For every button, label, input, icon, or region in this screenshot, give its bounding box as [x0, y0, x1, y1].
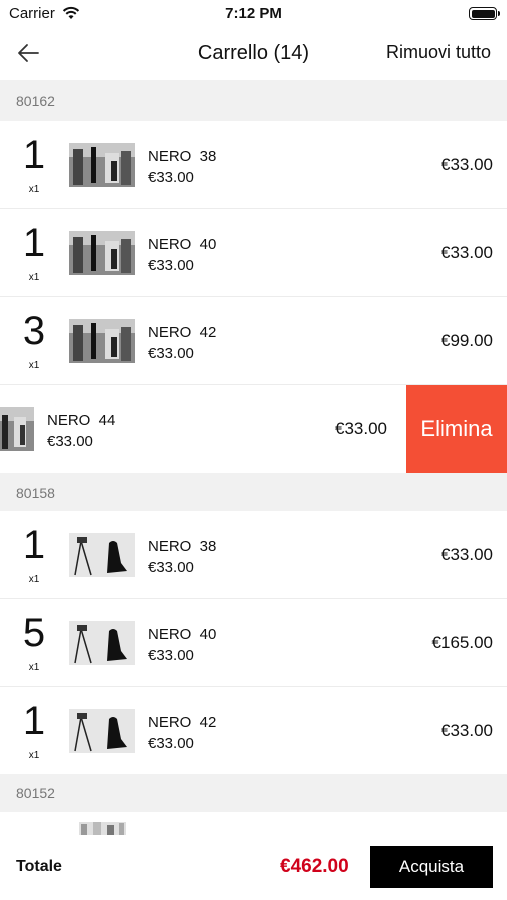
cart-item-row-swiped[interactable]: NERO 44 €33.00 €33.00 Elimina	[0, 385, 507, 473]
cart-item-row[interactable]: 1 x1 NERO 38 €33.00 €33.00	[0, 511, 507, 599]
total-label: Totale	[16, 858, 62, 875]
product-thumbnail	[0, 407, 34, 451]
item-total-price: €33.00	[335, 419, 387, 438]
item-name: NERO 40	[148, 236, 217, 253]
item-unit-price: €33.00	[148, 735, 194, 752]
item-name: NERO 38	[148, 538, 217, 555]
cart-item-row[interactable]: 3 x1 NERO 42 €33.00 €99.00	[0, 297, 507, 385]
product-thumbnail	[69, 621, 135, 665]
item-unit-price: €33.00	[148, 559, 194, 576]
product-thumbnail	[69, 319, 135, 363]
item-unit-price: €33.00	[47, 433, 93, 450]
product-thumbnail	[69, 231, 135, 275]
product-thumbnail	[69, 709, 135, 753]
item-total-price: €33.00	[441, 721, 493, 740]
product-thumbnail	[69, 533, 135, 577]
checkout-button[interactable]: Acquista	[370, 846, 493, 888]
item-quantity: 1	[22, 133, 46, 177]
item-total-price: €33.00	[441, 155, 493, 174]
item-multiplier: x1	[28, 184, 40, 195]
item-name: NERO 40	[148, 626, 217, 643]
order-group-code: 80152	[16, 785, 55, 801]
item-multiplier: x1	[28, 360, 40, 371]
cart-item-row[interactable]: 5 x1 NERO 40 €33.00 €165.00	[0, 599, 507, 687]
nav-bar: Carrello (14) Rimuovi tutto	[0, 28, 507, 79]
item-quantity: 5	[22, 611, 46, 655]
cart-item-row[interactable]: 1 x1 NERO 40 €33.00 €33.00	[0, 209, 507, 297]
order-group-header: 80162	[0, 80, 507, 121]
delete-item-button[interactable]: Elimina	[406, 385, 507, 473]
item-multiplier: x1	[28, 574, 40, 585]
remove-all-button[interactable]: Rimuovi tutto	[386, 42, 491, 63]
item-quantity: 1	[22, 699, 46, 743]
order-group-header: 80158	[0, 473, 507, 511]
status-bar: Carrier 7:12 PM	[0, 0, 507, 28]
item-name: NERO 38	[148, 148, 217, 165]
item-unit-price: €33.00	[148, 647, 194, 664]
item-quantity: 3	[22, 309, 46, 353]
item-total-price: €33.00	[441, 545, 493, 564]
item-unit-price: €33.00	[148, 169, 194, 186]
item-multiplier: x1	[28, 662, 40, 673]
product-thumbnail	[79, 822, 126, 835]
order-group-header: 80152	[0, 774, 507, 812]
order-group-code: 80158	[16, 485, 55, 501]
item-quantity: 1	[22, 221, 46, 265]
item-total-price: €99.00	[441, 331, 493, 350]
item-total-price: €33.00	[441, 243, 493, 262]
item-quantity: 1	[22, 523, 46, 567]
item-name: NERO 42	[148, 324, 217, 341]
battery-icon	[469, 7, 500, 20]
item-multiplier: x1	[28, 750, 40, 761]
item-name: NERO 42	[148, 714, 217, 731]
item-name: NERO 44	[47, 412, 116, 429]
cart-item-row[interactable]: 1 x1 NERO 38 €33.00 €33.00	[0, 121, 507, 209]
item-total-price: €165.00	[431, 633, 493, 652]
item-unit-price: €33.00	[148, 345, 194, 362]
clock: 7:12 PM	[225, 5, 282, 22]
order-group-code: 80162	[16, 93, 55, 109]
cart-item-row[interactable]: 1 x1 NERO 42 €33.00 €33.00	[0, 687, 507, 775]
total-amount: €462.00	[280, 856, 349, 877]
item-unit-price: €33.00	[148, 257, 194, 274]
item-multiplier: x1	[28, 272, 40, 283]
product-thumbnail	[69, 143, 135, 187]
checkout-bar: Totale €462.00 Acquista	[0, 836, 507, 900]
